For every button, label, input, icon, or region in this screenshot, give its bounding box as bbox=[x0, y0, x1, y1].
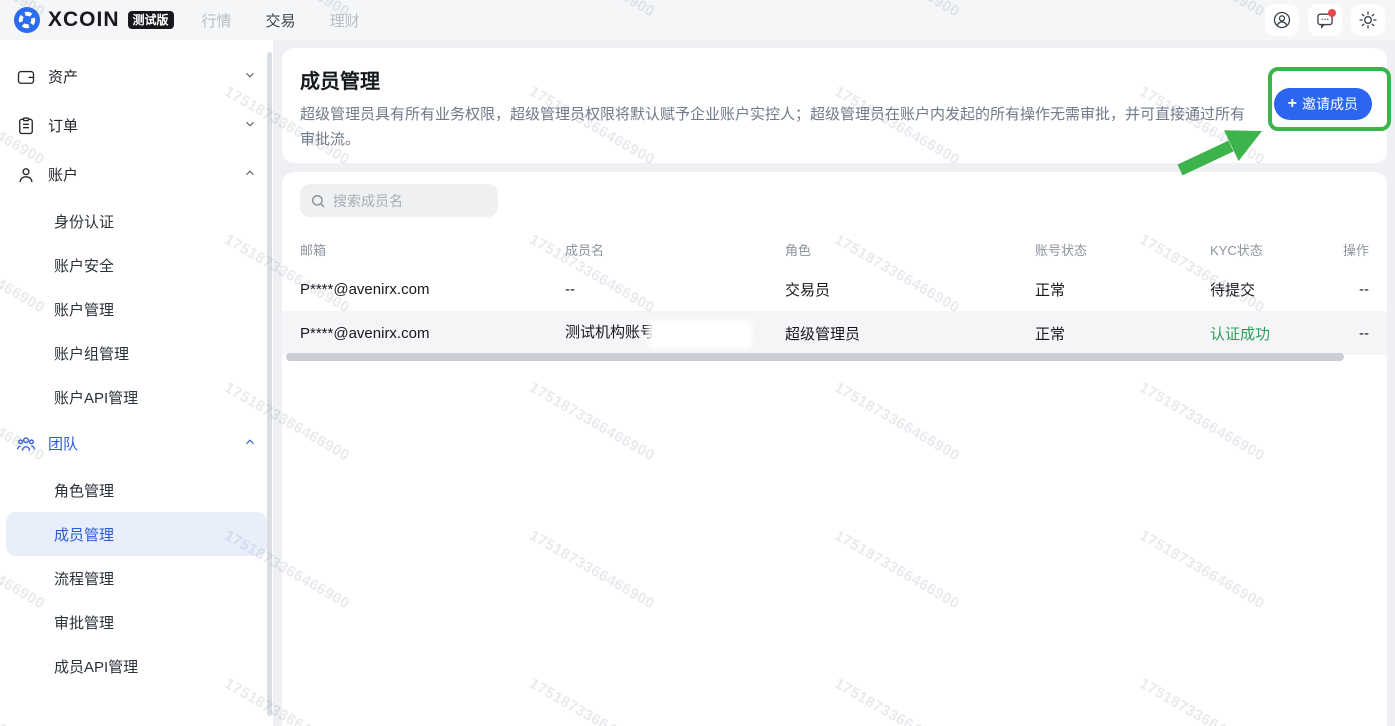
nav-earn[interactable]: 理财 bbox=[330, 10, 360, 31]
order-icon bbox=[16, 116, 36, 136]
sidebar-group-label: 订单 bbox=[48, 115, 78, 136]
brand-name: XCOIN bbox=[48, 8, 120, 32]
search-input[interactable] bbox=[333, 193, 483, 209]
col-role: 角色 bbox=[785, 240, 1035, 259]
sidebar-group-team[interactable]: 团队 bbox=[0, 419, 273, 468]
sidebar-group-label: 资产 bbox=[48, 66, 78, 87]
member-name: -- bbox=[565, 281, 785, 298]
nav-markets[interactable]: 行情 bbox=[202, 10, 232, 31]
sidebar-item-account-management[interactable]: 账户管理 bbox=[6, 287, 267, 331]
account-status: 正常 bbox=[1035, 323, 1210, 344]
sidebar-item-identity[interactable]: 身份认证 bbox=[6, 199, 267, 243]
account-button[interactable] bbox=[1265, 4, 1299, 36]
sidebar-item-member-api[interactable]: 成员API管理 bbox=[6, 644, 267, 688]
member-table-card: 邮箱 成员名 角色 账号状态 KYC状态 操作 P****@avenirx.co… bbox=[282, 172, 1387, 726]
topbar-actions bbox=[1265, 4, 1385, 36]
row-actions: -- bbox=[1325, 325, 1369, 342]
topbar: XCOIN 测试版 行情 交易 理财 bbox=[0, 0, 1395, 40]
sidebar-item-account-security[interactable]: 账户安全 bbox=[6, 243, 267, 287]
theme-button[interactable] bbox=[1351, 4, 1385, 36]
chevron-up-icon bbox=[243, 166, 257, 184]
wallet-icon bbox=[16, 67, 36, 87]
horizontal-scrollbar[interactable] bbox=[286, 353, 1344, 361]
sidebar-item-approval-management[interactable]: 审批管理 bbox=[6, 600, 267, 644]
invite-member-button[interactable]: + 邀请成员 bbox=[1274, 88, 1372, 120]
xcoin-logo-icon bbox=[14, 7, 40, 33]
member-role: 交易员 bbox=[785, 279, 1035, 300]
table-row[interactable]: P****@avenirx.com -- 交易员 正常 待提交 -- bbox=[282, 267, 1387, 311]
chevron-down-icon bbox=[243, 68, 257, 86]
member-role: 超级管理员 bbox=[785, 323, 1035, 344]
col-actions: 操作 bbox=[1325, 240, 1369, 259]
member-email: P****@avenirx.com bbox=[300, 325, 565, 342]
sidebar-group-assets[interactable]: 资产 bbox=[0, 52, 273, 101]
sidebar-item-member-management[interactable]: 成员管理 bbox=[6, 512, 267, 556]
sidebar-item-workflow-management[interactable]: 流程管理 bbox=[6, 556, 267, 600]
team-icon bbox=[16, 434, 36, 454]
sidebar-group-label: 团队 bbox=[48, 433, 78, 454]
page-title: 成员管理 bbox=[300, 70, 1369, 94]
table-row[interactable]: P****@avenirx.com 测试机构账号2 超级管理员 正常 认证成功 … bbox=[282, 311, 1387, 355]
user-icon bbox=[1272, 10, 1292, 30]
member-email: P****@avenirx.com bbox=[300, 281, 565, 298]
plus-icon: + bbox=[1288, 96, 1297, 112]
top-nav: 行情 交易 理财 bbox=[202, 10, 360, 31]
redaction-blur bbox=[652, 323, 748, 345]
sun-icon bbox=[1358, 10, 1378, 30]
row-actions: -- bbox=[1325, 281, 1369, 298]
env-badge: 测试版 bbox=[128, 11, 174, 29]
sidebar-item-role-management[interactable]: 角色管理 bbox=[6, 468, 267, 512]
col-member-name: 成员名 bbox=[565, 240, 785, 259]
nav-trade[interactable]: 交易 bbox=[266, 10, 296, 31]
member-search[interactable] bbox=[300, 184, 498, 217]
sidebar-item-account-api[interactable]: 账户API管理 bbox=[6, 375, 267, 419]
col-account-status: 账号状态 bbox=[1035, 240, 1210, 259]
page-description: 超级管理员具有所有业务权限，超级管理员权限将默认赋予企业账户实控人；超级管理员在… bbox=[300, 102, 1248, 152]
member-name: 测试机构账号2 bbox=[565, 321, 785, 344]
table-header-row: 邮箱 成员名 角色 账号状态 KYC状态 操作 bbox=[300, 237, 1369, 262]
notification-dot bbox=[1328, 9, 1336, 17]
col-email: 邮箱 bbox=[300, 240, 565, 259]
person-icon bbox=[16, 165, 36, 185]
sidebar-group-account[interactable]: 账户 bbox=[0, 150, 273, 199]
invite-member-label: 邀请成员 bbox=[1302, 94, 1358, 114]
chevron-up-icon bbox=[243, 435, 257, 453]
sidebar-item-account-group[interactable]: 账户组管理 bbox=[6, 331, 267, 375]
kyc-status: 认证成功 bbox=[1210, 323, 1325, 344]
page-header-card: 成员管理 超级管理员具有所有业务权限，超级管理员权限将默认赋予企业账户实控人；超… bbox=[282, 48, 1387, 163]
col-kyc-status: KYC状态 bbox=[1210, 240, 1325, 259]
sidebar-scrollbar[interactable] bbox=[267, 52, 272, 716]
chevron-down-icon bbox=[243, 117, 257, 135]
search-icon bbox=[310, 193, 326, 209]
messages-button[interactable] bbox=[1308, 4, 1342, 36]
sidebar: 资产 订单 账户 身份认证 账户安全 账户管理 bbox=[0, 40, 273, 726]
kyc-status: 待提交 bbox=[1210, 279, 1325, 300]
sidebar-group-orders[interactable]: 订单 bbox=[0, 101, 273, 150]
account-status: 正常 bbox=[1035, 279, 1210, 300]
sidebar-group-label: 账户 bbox=[48, 164, 78, 185]
brand: XCOIN 测试版 bbox=[14, 7, 174, 33]
